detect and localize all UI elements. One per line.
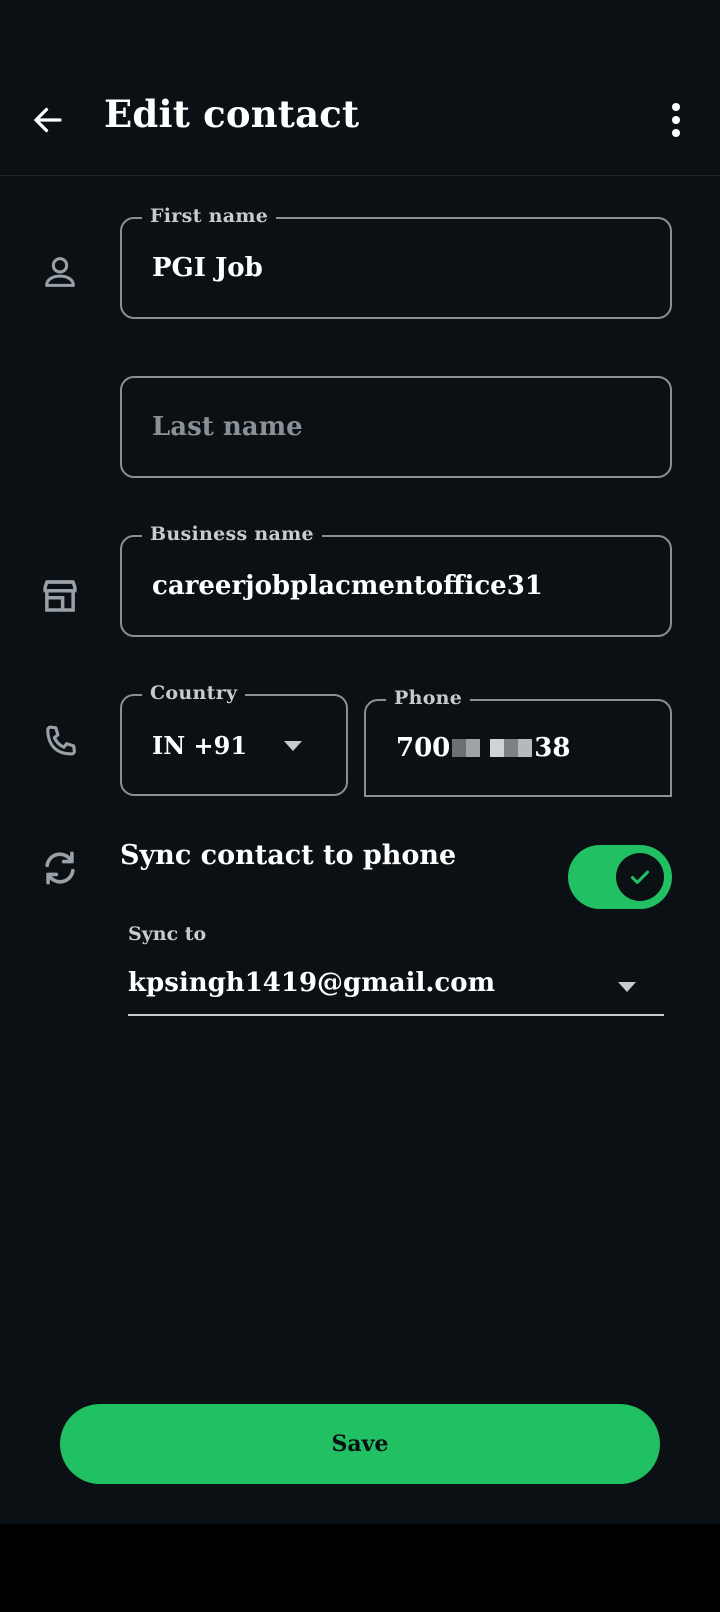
sync-toggle[interactable] xyxy=(568,845,672,909)
store-icon xyxy=(36,572,84,620)
country-code-dropdown[interactable]: Country IN +91 xyxy=(120,682,348,796)
back-button[interactable] xyxy=(24,96,72,144)
business-name-field[interactable]: Business name careerjobplacmentoffice31 xyxy=(120,523,672,637)
sync-contact-label: Sync contact to phone xyxy=(120,840,457,871)
system-navigation-bar xyxy=(0,1524,720,1612)
page-title: Edit contact xyxy=(104,92,360,136)
chevron-down-icon xyxy=(618,982,636,992)
sync-to-dropdown[interactable]: kpsingh1419@gmail.com xyxy=(128,960,664,1016)
first-name-field[interactable]: First name PGI Job xyxy=(120,205,672,319)
person-icon xyxy=(36,248,84,296)
business-name-value: careerjobplacmentoffice31 xyxy=(152,571,543,601)
more-vertical-icon xyxy=(672,103,680,137)
phone-icon xyxy=(36,718,84,766)
toggle-knob xyxy=(616,853,664,901)
redacted-digits xyxy=(452,739,533,757)
sync-icon xyxy=(36,844,84,892)
last-name-placeholder: Last name xyxy=(152,412,303,442)
first-name-value: PGI Job xyxy=(152,253,263,283)
save-button[interactable]: Save xyxy=(60,1404,660,1484)
sync-to-label: Sync to xyxy=(128,923,207,945)
country-value: IN +91 xyxy=(152,730,248,760)
app-bar: Edit contact xyxy=(0,0,720,176)
check-icon xyxy=(630,870,650,884)
last-name-field[interactable]: Last name xyxy=(120,376,672,478)
phone-value-suffix: 38 xyxy=(534,733,571,763)
phone-value: 700 38 xyxy=(396,701,570,795)
phone-value-prefix: 700 xyxy=(396,733,451,763)
chevron-down-icon xyxy=(284,741,302,751)
arrow-left-icon xyxy=(34,107,62,133)
sync-to-value: kpsingh1419@gmail.com xyxy=(128,968,496,998)
more-options-button[interactable] xyxy=(656,96,696,144)
phone-field[interactable]: Phone 700 38 xyxy=(364,687,672,797)
